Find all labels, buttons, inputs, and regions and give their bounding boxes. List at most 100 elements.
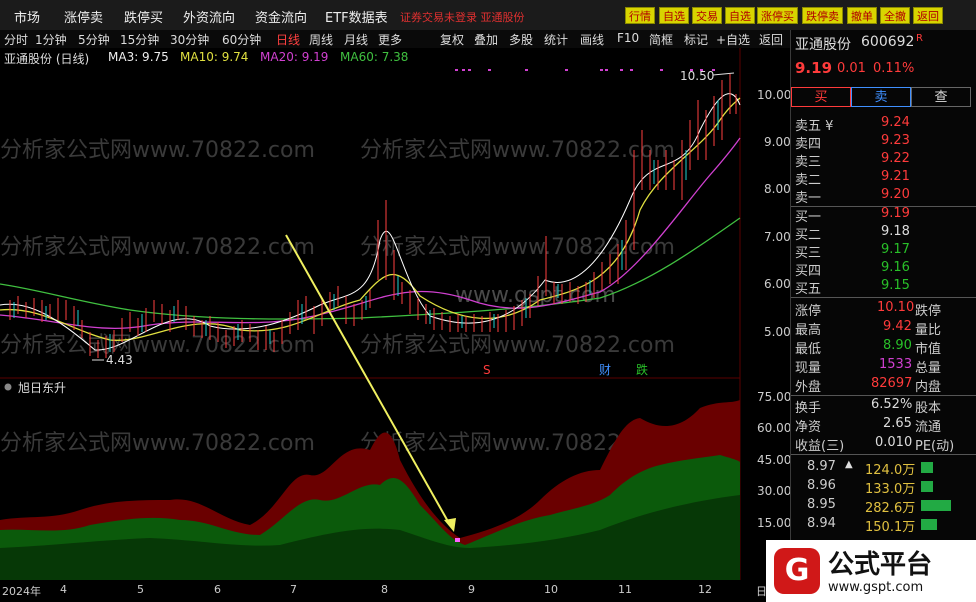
bid-label: 买二 bbox=[795, 228, 822, 243]
bid-3: 买三 9.17 bbox=[795, 242, 973, 261]
add-watchlist-button[interactable]: +自选 bbox=[716, 31, 750, 48]
logo-url: www.gspt.com bbox=[828, 580, 924, 595]
stat-right-label: 量比 bbox=[915, 323, 942, 338]
bid-price: 9.17 bbox=[881, 242, 910, 257]
bid-5: 买五 9.15 bbox=[795, 278, 973, 297]
stat-label: 换手 bbox=[795, 401, 822, 416]
period-weekly[interactable]: 周线 bbox=[309, 31, 333, 48]
bid-price: 9.16 bbox=[881, 260, 910, 275]
menu-etf-table[interactable]: ETF数据表 bbox=[325, 7, 388, 26]
trade-price: 8.96 bbox=[807, 478, 836, 493]
month-10: 10 bbox=[544, 583, 558, 596]
fin-divider bbox=[791, 395, 976, 396]
top-menu-bar: 市场 涨停卖 跌停买 外资流向 资金流向 ETF数据表 证券交易未登录 亚通股份… bbox=[0, 0, 976, 31]
cancel-all-button[interactable]: 全撤 bbox=[880, 7, 910, 24]
period-daily[interactable]: 日线 bbox=[276, 31, 300, 48]
watermark-6: 分析家公式网www.70822.com bbox=[360, 333, 675, 358]
overlay-button[interactable]: 叠加 bbox=[474, 31, 498, 48]
trade-row: 8.94 150.1万 bbox=[795, 516, 973, 535]
stock-price: 9.19 bbox=[795, 59, 833, 77]
ind-tick-15: 15.00 bbox=[757, 516, 792, 530]
trade-volume: 282.6万 bbox=[865, 501, 916, 516]
limit-down-sell-button[interactable]: 跌停卖 bbox=[802, 7, 843, 24]
watermark-3: 分析家公式网www.70822.com bbox=[0, 235, 315, 260]
stat-label: 最低 bbox=[795, 342, 822, 357]
trade-row: 8.96 133.0万 bbox=[795, 478, 973, 497]
query-button[interactable]: 查 bbox=[911, 87, 971, 107]
buy-button[interactable]: 买 bbox=[791, 87, 851, 107]
watchlist2-button[interactable]: 自选 bbox=[725, 7, 755, 24]
year-label: 2024年 bbox=[2, 585, 41, 598]
stat-right-label: 股本 bbox=[915, 401, 942, 416]
stock-code: 600692 bbox=[861, 34, 915, 50]
period-15min[interactable]: 15分钟 bbox=[120, 31, 159, 48]
period-more[interactable]: 更多 bbox=[378, 31, 402, 48]
period-30min[interactable]: 30分钟 bbox=[170, 31, 209, 48]
multi-stock-button[interactable]: 多股 bbox=[509, 31, 533, 48]
low-annotation: 4.43 bbox=[106, 353, 133, 367]
price-tick-10: 10.00 bbox=[757, 88, 792, 102]
high-annotation: 10.50 bbox=[680, 69, 714, 83]
stat-value: 2.65 bbox=[883, 416, 912, 431]
stat-low: 最低 8.90 市值 bbox=[795, 338, 973, 357]
period-60min[interactable]: 60分钟 bbox=[222, 31, 261, 48]
trade-bar bbox=[921, 519, 937, 530]
price-chart: 分析家公式网www.70822.com 分析家公式网www.70822.com … bbox=[0, 48, 741, 580]
month-5: 5 bbox=[137, 583, 144, 596]
trade-button[interactable]: 交易 bbox=[692, 7, 722, 24]
quote-button[interactable]: 行情 bbox=[625, 7, 655, 24]
ask-label: 卖二 bbox=[795, 173, 822, 188]
menu-limit-up-sell[interactable]: 涨停卖 bbox=[64, 7, 103, 26]
menu-market[interactable]: 市场 bbox=[14, 7, 40, 26]
trade-price: 8.95 bbox=[807, 497, 836, 512]
ask-price: 9.21 bbox=[881, 169, 910, 184]
month-9: 9 bbox=[468, 583, 475, 596]
logo-icon: G bbox=[774, 548, 820, 594]
ask-2: 卖二 9.21 bbox=[795, 169, 973, 188]
f10-button[interactable]: F10 bbox=[617, 31, 639, 45]
bid-4: 买四 9.16 bbox=[795, 260, 973, 279]
ask-label: 卖三 bbox=[795, 155, 822, 170]
draw-button[interactable]: 画线 bbox=[580, 31, 604, 48]
period-tick[interactable]: 分时 bbox=[4, 31, 28, 48]
gspt-logo: G 公式平台 www.gspt.com bbox=[766, 540, 976, 602]
period-5min[interactable]: 5分钟 bbox=[78, 31, 110, 48]
stats-button[interactable]: 统计 bbox=[544, 31, 568, 48]
bid-label: 买五 bbox=[795, 282, 822, 297]
price-tick-7: 7.00 bbox=[764, 230, 791, 244]
simple-frame-button[interactable]: 简框 bbox=[649, 31, 673, 48]
period-monthly[interactable]: 月线 bbox=[344, 31, 368, 48]
trade-price: 8.97 bbox=[807, 459, 836, 474]
month-8: 8 bbox=[381, 583, 388, 596]
signal-dots bbox=[455, 69, 715, 71]
period-1min[interactable]: 1分钟 bbox=[35, 31, 67, 48]
menu-capital-flow[interactable]: 资金流向 bbox=[255, 7, 307, 26]
ask-price: 9.20 bbox=[881, 187, 910, 202]
menu-foreign-flow[interactable]: 外资流向 bbox=[183, 7, 235, 26]
stat-label: 收益(三) bbox=[795, 439, 845, 454]
sell-button[interactable]: 卖 bbox=[851, 87, 911, 107]
trade-price: 8.94 bbox=[807, 516, 836, 531]
chart-back-button[interactable]: 返回 bbox=[759, 31, 783, 48]
cancel-order-button[interactable]: 撤单 bbox=[847, 7, 877, 24]
mark-button[interactable]: 标记 bbox=[684, 31, 708, 48]
stat-right-label: 总量 bbox=[915, 361, 942, 376]
limit-up-buy-button[interactable]: 涨停买 bbox=[757, 7, 798, 24]
watermark-5: 分析家公式网www.70822.com bbox=[0, 333, 315, 358]
stock-change: 0.01 bbox=[837, 61, 866, 76]
ind-tick-60: 60.00 bbox=[757, 421, 792, 435]
watermark-7: 分析家公式网www.70822.com bbox=[0, 431, 315, 456]
price-tick-8: 8.00 bbox=[764, 182, 791, 196]
event-die: 跌 bbox=[636, 362, 648, 377]
watchlist-button[interactable]: 自选 bbox=[659, 7, 689, 24]
ask-price: 9.22 bbox=[881, 151, 910, 166]
ask-4: 卖四 9.23 bbox=[795, 133, 973, 152]
indicator-name: 旭日东升 bbox=[18, 381, 66, 395]
price-tick-6: 6.00 bbox=[764, 277, 791, 291]
adjust-button[interactable]: 复权 bbox=[440, 31, 464, 48]
back-button[interactable]: 返回 bbox=[913, 7, 943, 24]
menu-limit-down-buy[interactable]: 跌停买 bbox=[124, 7, 163, 26]
ask-3: 卖三 9.22 bbox=[795, 151, 973, 170]
month-6: 6 bbox=[214, 583, 221, 596]
ask-5: 卖五 ¥ 9.24 bbox=[795, 115, 973, 134]
